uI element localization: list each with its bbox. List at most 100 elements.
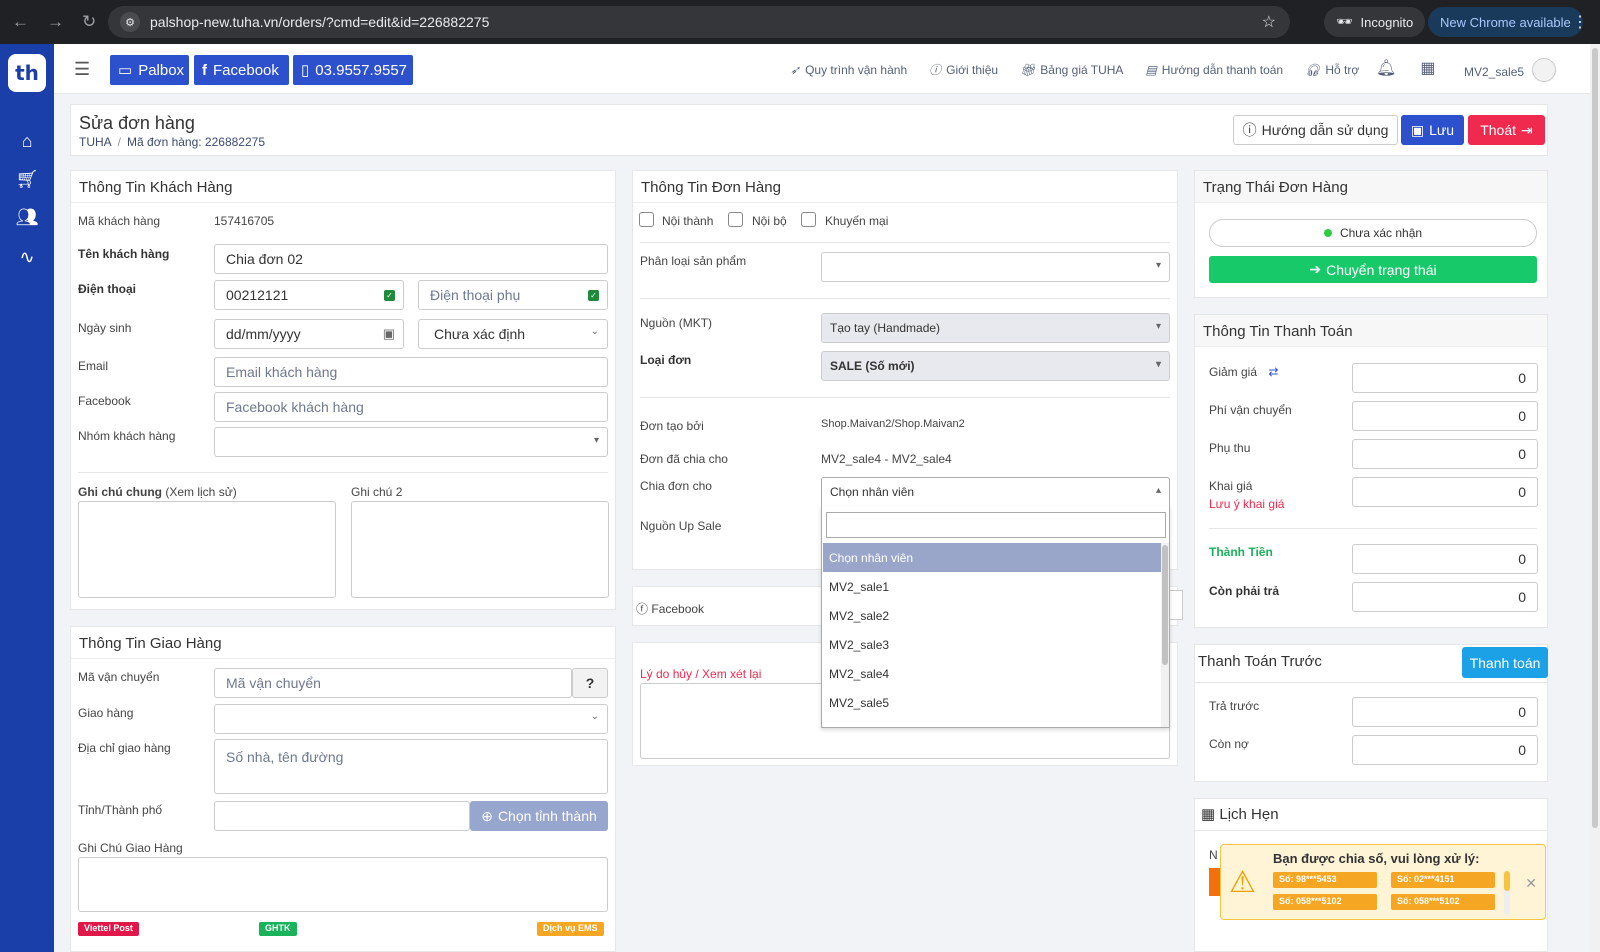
note-history-link[interactable]: (Xem lịch sử) xyxy=(165,485,236,499)
page-scrollbar-thumb[interactable] xyxy=(1592,48,1598,828)
menu-dots-icon[interactable]: ⋮ xyxy=(1572,12,1588,32)
assign-select[interactable]: Chọn nhân viên ▴ xyxy=(821,477,1170,507)
carrier-ems[interactable]: Dịch vụ EMS xyxy=(537,922,604,936)
dropdown-scrollbar[interactable] xyxy=(1161,543,1169,727)
calendar-icon[interactable]: ▣ xyxy=(383,326,395,342)
app-logo[interactable]: th xyxy=(8,54,46,92)
category-select[interactable]: ▾ xyxy=(821,252,1170,282)
dropdown-option[interactable]: MV2_sale4 xyxy=(823,659,1162,688)
declared-input[interactable]: 0 xyxy=(1352,477,1538,507)
bookmark-star-icon[interactable]: ☆ xyxy=(1262,12,1276,32)
forward-icon[interactable]: → xyxy=(47,12,64,32)
delivery-select[interactable]: ⌄ xyxy=(214,704,608,734)
group-select[interactable]: ▾ xyxy=(214,427,608,457)
help-button[interactable]: ⓘ Hướng dẫn sử dụng xyxy=(1233,115,1398,145)
site-info-icon[interactable]: ⚙ xyxy=(120,12,140,32)
dropdown-scrollbar-thumb[interactable] xyxy=(1162,545,1168,665)
phone-input[interactable]: 00212121 ✓ xyxy=(214,280,404,310)
user-menu[interactable]: MV2_sale5 xyxy=(1464,58,1557,82)
pay-button[interactable]: Thanh toán xyxy=(1462,647,1548,678)
reload-icon[interactable]: ↻ xyxy=(82,12,96,32)
help-circle-icon[interactable]: ? xyxy=(572,668,608,698)
notification-scroll-thumb[interactable] xyxy=(1504,871,1510,891)
close-icon[interactable]: ✕ xyxy=(1525,875,1537,892)
calendar-icon[interactable]: ▦ xyxy=(1420,58,1435,78)
order-facebook-text: Facebook xyxy=(651,602,705,616)
shipping-code-input[interactable]: Mã vận chuyển xyxy=(214,668,572,698)
home-icon[interactable]: ⌂ xyxy=(14,128,40,154)
email-input[interactable]: Email khách hàng xyxy=(214,357,608,387)
email-label: Email xyxy=(78,359,109,373)
divider xyxy=(78,472,608,473)
notification-chip[interactable]: Số: 02***4151 xyxy=(1391,872,1495,888)
breadcrumb-root[interactable]: TUHA xyxy=(79,135,112,149)
dropdown-option[interactable]: MV2_sale3 xyxy=(823,630,1162,659)
declared-note[interactable]: Lưu ý khai giá xyxy=(1209,497,1284,511)
prepaid-input[interactable]: 0 xyxy=(1352,697,1538,727)
facebook-input[interactable]: Facebook khách hàng xyxy=(214,392,608,422)
link-support[interactable]: 🎧︎ Hỗ trợ xyxy=(1305,61,1359,78)
dropdown-search-input[interactable] xyxy=(826,512,1166,538)
cart-icon[interactable]: 🛒︎ xyxy=(14,166,40,192)
note1-textarea[interactable] xyxy=(78,501,336,598)
notification-chip[interactable]: Số: 058***5102 xyxy=(1391,894,1495,910)
link-about[interactable]: ⓘ Giới thiệu xyxy=(929,61,998,78)
page-scrollbar[interactable] xyxy=(1590,44,1600,952)
address-bar[interactable]: ⚙ palshop-new.tuha.vn/orders/?cmd=edit&i… xyxy=(108,6,1290,38)
palbox-button[interactable]: ▭ Palbox xyxy=(110,55,189,85)
link-payment-guide[interactable]: ▤ Hướng dẫn thanh toán xyxy=(1145,61,1283,78)
browser-toolbar: ← → ↻ ⚙ palshop-new.tuha.vn/orders/?cmd=… xyxy=(0,0,1600,44)
source-select[interactable]: Tạo tay (Handmade) ▾ xyxy=(821,313,1170,343)
address-placeholder: Số nhà, tên đường xyxy=(226,749,344,765)
bell-icon[interactable]: 🔔︎ xyxy=(1376,58,1396,78)
total-input[interactable]: 0 xyxy=(1352,544,1538,574)
hamburger-icon[interactable]: ☰ xyxy=(74,59,90,80)
cancel-label: Lý do hủy / Xem xét lại xyxy=(640,667,762,681)
dropdown-option[interactable]: MV2_sale2 xyxy=(823,601,1162,630)
city-input[interactable] xyxy=(214,801,470,831)
carrier-viettel[interactable]: Viettel Post xyxy=(78,922,139,936)
link-process[interactable]: ➶ Quy trình vận hành xyxy=(790,61,907,78)
checkbox-promo[interactable] xyxy=(801,212,816,227)
notification-chip[interactable]: Số: 98***5453 xyxy=(1273,872,1377,888)
phone2-input[interactable]: Điện thoại phụ ✓ xyxy=(418,280,608,310)
incognito-badge[interactable]: 🕶 Incognito xyxy=(1324,7,1426,37)
activity-icon[interactable]: ∿ xyxy=(14,244,40,270)
choose-city-button[interactable]: ⊕ Chọn tỉnh thành xyxy=(470,801,608,831)
facebook-circle-icon: ⓕ xyxy=(636,602,649,616)
customer-name-input[interactable]: Chia đơn 02 xyxy=(214,244,608,274)
save-button[interactable]: ▣ Lưu xyxy=(1401,115,1464,145)
notification-scrollbar[interactable] xyxy=(1504,871,1510,915)
back-icon[interactable]: ← xyxy=(12,12,29,32)
gender-select[interactable]: Chưa xác định ⌄ xyxy=(418,319,608,349)
dropdown-option[interactable]: MV2_sale1 xyxy=(823,572,1162,601)
checkbox-internal[interactable] xyxy=(728,212,743,227)
order-type-select[interactable]: SALE (Số mới) ▾ xyxy=(821,351,1170,381)
dropdown-option[interactable]: MV2_sale5 xyxy=(823,688,1162,717)
hotline-button[interactable]: ▯ 03.9557.9557 xyxy=(293,55,413,85)
note1-title: Ghi chú chung xyxy=(78,485,162,499)
created-by-label: Đơn tạo bởi xyxy=(640,419,704,433)
users-icon[interactable]: 👥︎ xyxy=(14,204,40,230)
user-name: MV2_sale5 xyxy=(1464,65,1525,79)
discount-input[interactable]: 0 xyxy=(1352,363,1538,393)
surcharge-input[interactable]: 0 xyxy=(1352,439,1538,469)
swap-icon[interactable]: ⇄ xyxy=(1268,365,1278,379)
link-pricing[interactable]: 🎁︎ Bảng giá TUHA xyxy=(1020,61,1123,78)
debt-input[interactable]: 0 xyxy=(1352,735,1538,765)
change-status-label: Chuyển trạng thái xyxy=(1326,261,1437,278)
ship-note-textarea[interactable] xyxy=(78,857,608,912)
exit-button[interactable]: Thoát ⇥ xyxy=(1468,115,1545,145)
checkbox-inner-city[interactable] xyxy=(639,212,654,227)
shipping-fee-input[interactable]: 0 xyxy=(1352,401,1538,431)
change-status-button[interactable]: ➔ Chuyển trạng thái xyxy=(1209,256,1537,283)
dob-input[interactable]: dd/mm/yyyy ▣ xyxy=(214,319,404,349)
carrier-ghtk[interactable]: GHTK xyxy=(259,922,297,936)
dropdown-option[interactable]: Chọn nhân viên xyxy=(823,543,1162,572)
note2-textarea[interactable] xyxy=(351,501,609,598)
notification-chip[interactable]: Số: 058***5102 xyxy=(1273,894,1377,910)
facebook-button[interactable]: f Facebook xyxy=(194,55,289,85)
address-textarea[interactable]: Số nhà, tên đường xyxy=(214,739,608,794)
remaining-input[interactable]: 0 xyxy=(1352,582,1538,612)
new-chrome-button[interactable]: New Chrome available xyxy=(1428,7,1583,37)
